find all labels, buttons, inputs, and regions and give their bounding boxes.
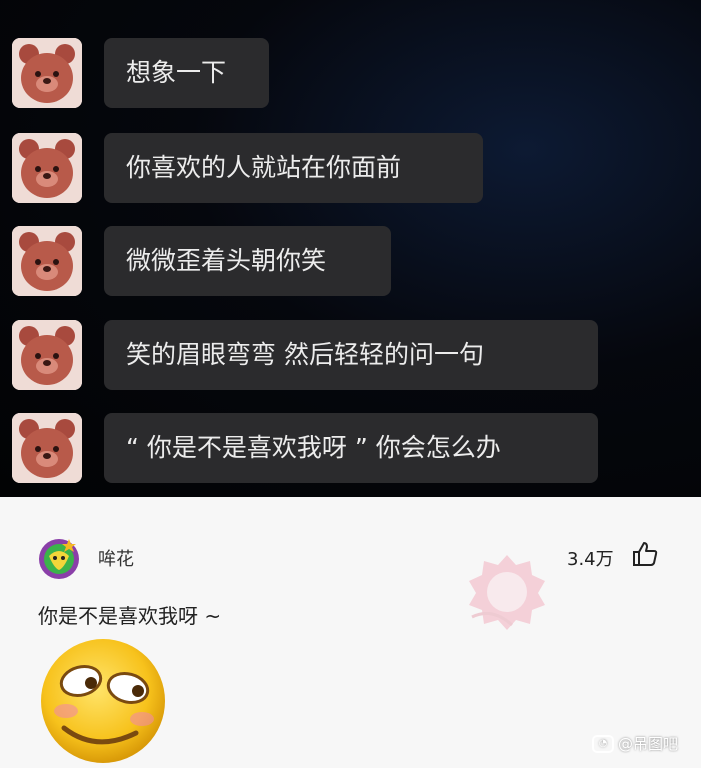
chat-bubble: 微微歪着头朝你笑 — [104, 226, 391, 296]
chat-message-row: 微微歪着头朝你笑 — [0, 226, 701, 306]
watermark: ◔ @吊图吧 — [592, 733, 678, 754]
chat-bubble: 你喜欢的人就站在你面前 — [104, 133, 483, 203]
chat-message-row: “ 你是不是喜欢我呀 ” 你会怎么办 — [0, 413, 701, 493]
bear-avatar-icon[interactable] — [12, 320, 82, 390]
chat-message-row: 笑的眉眼弯弯 然后轻轻的问一句 — [0, 320, 701, 400]
stamp-icon — [469, 555, 545, 630]
chat-bubble: 想象一下 — [104, 38, 269, 108]
comment-panel: 哞花 3.4万 你是不是喜欢我呀 ~ ◔ @吊图吧 — [0, 497, 701, 768]
smirk-emoji-icon — [41, 639, 165, 763]
like-count: 3.4万 — [567, 549, 614, 570]
bear-avatar-icon[interactable] — [12, 38, 82, 108]
comment-username[interactable]: 哞花 — [98, 545, 134, 571]
comment-text: 你是不是喜欢我呀 ~ — [38, 604, 222, 628]
bear-avatar-icon[interactable] — [12, 413, 82, 483]
watermark-text: @吊图吧 — [618, 735, 679, 753]
watermark-icon: ◔ — [592, 734, 614, 753]
chat-bubble: 笑的眉眼弯弯 然后轻轻的问一句 — [104, 320, 598, 390]
like-thumb-icon[interactable] — [631, 540, 659, 568]
user-avatar-icon[interactable] — [36, 534, 82, 580]
chat-message-row: 想象一下 — [0, 38, 701, 118]
bear-avatar-icon[interactable] — [12, 226, 82, 296]
chat-panel: 想象一下 你喜欢的人就站在你面前 微微歪着头朝你笑 笑的眉眼弯弯 然后轻轻的问一… — [0, 0, 701, 497]
bear-avatar-icon[interactable] — [12, 133, 82, 203]
chat-bubble: “ 你是不是喜欢我呀 ” 你会怎么办 — [104, 413, 598, 483]
chat-message-row: 你喜欢的人就站在你面前 — [0, 133, 701, 213]
